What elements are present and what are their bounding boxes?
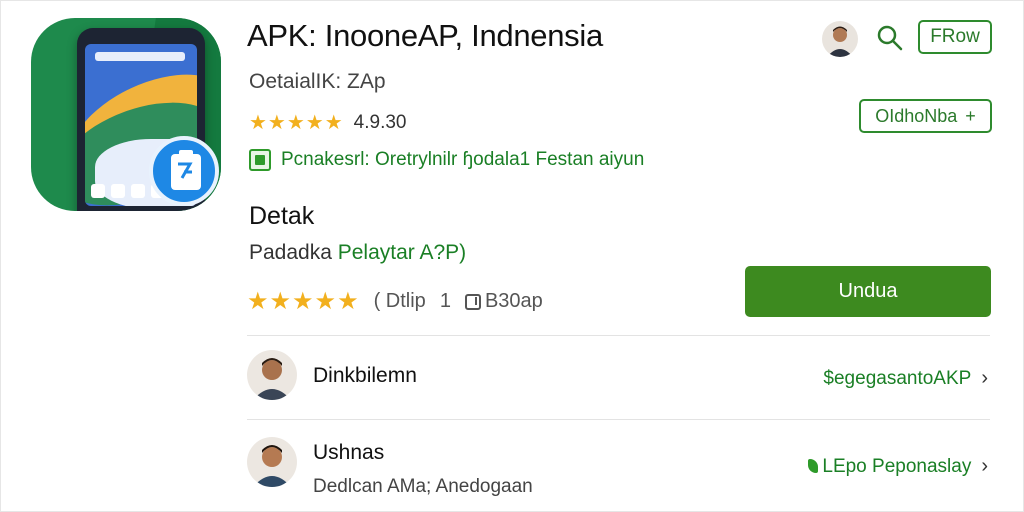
publisher-line: Padadka Pelaytar A?P) [249,241,466,265]
list-item-link-text: LEpo Peponaslay [808,456,971,478]
avatar [247,437,297,487]
app-subtitle: OetaialΙΚ: ΖΑp [249,70,386,93]
feature-line: Pcnakesrl: Oretrylnilr ɧodala1 Festan ai… [249,149,644,171]
app-feature-icon [249,149,271,171]
search-button[interactable] [872,20,908,56]
screen-searchbar [95,52,185,61]
publisher-link[interactable]: Pelaytar A?P) [338,241,466,264]
list-item-link-text: $egegasantoAKP [823,367,972,389]
details-heading: Detak [249,202,315,230]
chevron-right-icon: › [981,367,988,389]
avatar[interactable] [822,21,858,57]
list-item[interactable]: Ushnas Dedlcan AMa; Anedogaan LEpo Pepon… [247,437,992,497]
list-item-name: Dinkbilemn [313,364,417,387]
list-item-link-label: LEpo Peponaslay [822,455,972,477]
plus-icon: + [965,105,976,126]
download-size-icon [464,293,481,310]
list-item-link[interactable]: $egegasantoAKP › [823,367,988,390]
follow-button[interactable]: FRow [918,20,992,54]
rating-paren-text: ( Dtlip [373,290,426,312]
list-item-meta: Dedlcan AMa; Anedogaan [313,476,533,497]
list-item[interactable]: Dinkbilemn $egegasantoAKP › [247,350,992,410]
star-rating-icon: ★★★★★ [247,288,360,315]
downloads-size: B30ap [484,290,543,312]
rating-value: 4.9.30 [353,111,407,133]
stats-row: ★★★★★ ( Dtlip 1 B30ap [247,287,543,316]
clipboard-body [171,150,201,190]
feature-text: Pcnakesrl: Oretrylnilr ɧodala1 Festan ai… [281,149,645,170]
list-item-name: Ushnas [313,441,385,464]
leaf-icon [808,459,819,474]
search-icon [877,25,903,51]
divider [247,335,990,336]
divider [247,419,990,420]
list-item-link[interactable]: LEpo Peponaslay › [808,455,988,478]
star-rating-icon: ★★★★★ [249,112,344,134]
avatar [247,350,297,400]
download-button[interactable]: Undua [745,266,991,317]
app-icon [31,18,221,211]
secondary-action-button[interactable]: ΟΙdhoNba + [859,99,992,133]
downloads-count: 1 [439,290,451,312]
app-title: APK: InooneAP, Indnensia [247,18,603,53]
publisher-prefix: Padadka [249,241,332,264]
chevron-right-icon: › [981,455,988,477]
clipboard-icon [149,136,219,206]
secondary-action-label: ΟΙdhoNba [875,105,958,126]
rating-row: ★★★★★ 4.9.30 [249,110,406,135]
